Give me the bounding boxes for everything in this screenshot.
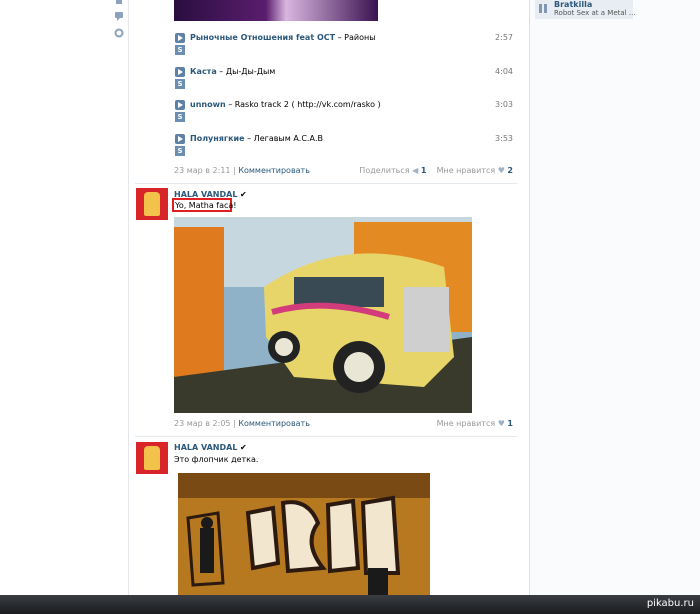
track-duration: 4:04 (495, 67, 513, 76)
like-button[interactable]: Мне нравится (437, 419, 496, 428)
audio-track[interactable]: Полунягкие – Легавым А.С.А.В 3:53 S (175, 134, 513, 158)
gear-icon[interactable] (114, 28, 124, 38)
share-button[interactable]: Поделиться (359, 166, 409, 175)
chat-icon[interactable] (114, 11, 124, 21)
comment-link[interactable]: Комментировать (238, 166, 310, 175)
watermark-text: pikabu.ru (646, 598, 694, 609)
author-name[interactable]: HALA VANDAL (174, 443, 237, 452)
like-button[interactable]: Мне нравится (437, 166, 496, 175)
post-footer: 23 мар в 2:05 | Комментировать Мне нрави… (174, 419, 513, 428)
player-artist[interactable]: Bratkilla (554, 0, 592, 9)
avatar[interactable] (136, 188, 168, 220)
track-badge[interactable]: S (175, 146, 185, 156)
track-title: Районы (344, 33, 376, 42)
fist-icon (144, 446, 160, 470)
left-rail (0, 0, 129, 595)
post-date[interactable]: 23 мар в 2:11 (174, 166, 231, 175)
track-artist[interactable]: Полунягкие (190, 134, 245, 143)
track-title: Ды-Ды-Дым (225, 67, 276, 76)
news-feed: Рыночные Отношения feat OCT – Районы 2:5… (129, 0, 530, 595)
verified-icon: ✔ (239, 443, 247, 452)
track-duration: 3:53 (495, 134, 513, 143)
mini-player[interactable]: Bratkilla Robot Sex at a Metal ... (535, 0, 636, 19)
verified-icon: ✔ (239, 190, 247, 199)
track-artist[interactable]: unnown (190, 100, 226, 109)
post-footer: 23 мар в 2:11 | Комментировать Поделитьс… (174, 166, 513, 175)
fist-icon (144, 192, 160, 216)
track-badge[interactable]: S (175, 45, 185, 55)
track-duration: 3:03 (495, 100, 513, 109)
avatar[interactable] (136, 442, 168, 474)
track-badge[interactable]: S (175, 112, 185, 122)
post-divider (135, 183, 517, 184)
play-icon[interactable] (175, 67, 185, 77)
heart-icon: ♥ (497, 166, 505, 175)
player-track: Robot Sex at a Metal ... (554, 9, 636, 17)
post-text: Это флопчик детка. (174, 455, 259, 464)
track-title: Легавым А.С.А.В (253, 134, 323, 143)
play-icon[interactable] (175, 100, 185, 110)
post-image-top[interactable] (174, 0, 378, 21)
post-photo-graffiti[interactable] (178, 473, 430, 595)
megaphone-icon: ◀ (412, 166, 419, 175)
audio-track[interactable]: unnown – Rasko track 2 ( http://vk.com/r… (175, 100, 513, 124)
like-count: 2 (507, 166, 513, 175)
pause-icon[interactable] (539, 4, 547, 13)
heart-icon: ♥ (497, 419, 505, 428)
track-artist[interactable]: Рыночные Отношения feat OCT (190, 33, 335, 42)
share-count: 1 (420, 166, 427, 175)
audio-track[interactable]: Каста – Ды-Ды-Дым 4:04 S (175, 67, 513, 91)
taskbar (0, 595, 700, 614)
track-artist[interactable]: Каста (190, 67, 217, 76)
post-text: Yo, Matha faca! (175, 201, 237, 210)
right-sidebar: Bratkilla Robot Sex at a Metal ... (530, 0, 700, 595)
play-icon[interactable] (175, 33, 185, 43)
person-icon[interactable] (114, 0, 124, 10)
track-duration: 2:57 (495, 33, 513, 42)
track-title: Rasko track 2 ( http://vk.com/rasko ) (234, 100, 381, 109)
track-badge[interactable]: S (175, 79, 185, 89)
post-date[interactable]: 23 мар в 2:05 (174, 419, 231, 428)
post-divider (135, 436, 517, 437)
like-count: 1 (507, 419, 513, 428)
play-icon[interactable] (175, 134, 185, 144)
comment-link[interactable]: Комментировать (238, 419, 310, 428)
audio-track[interactable]: Рыночные Отношения feat OCT – Районы 2:5… (175, 33, 513, 57)
post-photo-bus[interactable] (174, 217, 472, 413)
